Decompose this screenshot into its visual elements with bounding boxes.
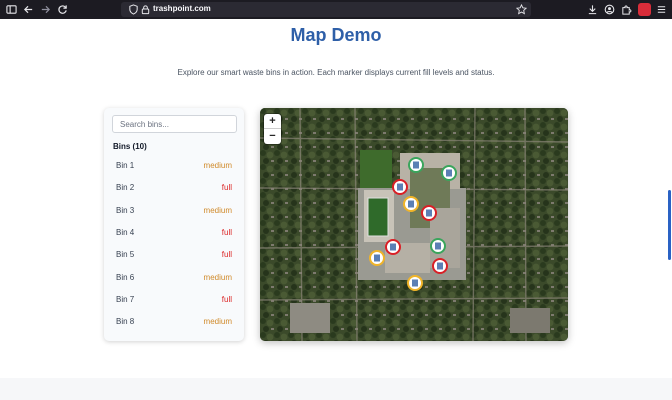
back-arrow-icon[interactable] xyxy=(22,3,35,16)
bin-status: full xyxy=(221,183,232,192)
bin-name: Bin 1 xyxy=(116,160,135,170)
bin-list-item[interactable]: Bin 7 full xyxy=(110,290,238,308)
bin-list-item[interactable]: Bin 5 full xyxy=(110,246,238,264)
bin-name: Bin 4 xyxy=(116,227,135,237)
page-title: Map Demo xyxy=(290,25,382,45)
bins-sidebar: Bins (10) Bin 1 medium Bin 2 full Bin 3 … xyxy=(104,108,244,341)
bookmark-star-icon[interactable] xyxy=(515,3,528,16)
bin-marker[interactable] xyxy=(392,179,408,195)
bin-list-item[interactable]: Bin 6 medium xyxy=(110,268,238,286)
reload-icon[interactable] xyxy=(56,3,69,16)
bin-marker[interactable] xyxy=(407,275,423,291)
extensions-puzzle-icon[interactable] xyxy=(620,3,633,16)
search-bins-input[interactable] xyxy=(112,115,237,133)
bins-heading: Bins (10) xyxy=(113,142,147,151)
bin-marker[interactable] xyxy=(432,258,448,274)
bin-markers-layer xyxy=(369,157,457,291)
browser-toolbar: trashpoint.com xyxy=(0,0,672,19)
bin-marker[interactable] xyxy=(403,196,419,212)
extension-badge-icon[interactable] xyxy=(638,3,651,16)
zoom-in-button[interactable]: + xyxy=(264,114,281,129)
lock-icon[interactable] xyxy=(139,3,152,16)
bin-list-item[interactable]: Bin 1 medium xyxy=(110,156,238,174)
sidebar-toggle-icon[interactable] xyxy=(5,3,18,16)
bin-name: Bin 2 xyxy=(116,183,135,192)
bin-marker[interactable] xyxy=(441,165,457,181)
page-scrollbar[interactable] xyxy=(668,190,671,260)
bin-name: Bin 3 xyxy=(116,205,135,215)
bin-marker[interactable] xyxy=(421,205,437,221)
bin-status: medium xyxy=(203,160,232,170)
forward-arrow-icon[interactable] xyxy=(39,3,52,16)
bin-marker[interactable] xyxy=(430,238,446,254)
bin-status: full xyxy=(221,250,232,259)
menu-icon[interactable] xyxy=(655,3,668,16)
zoom-control: + − xyxy=(264,114,281,144)
bin-list-item[interactable]: Bin 3 medium xyxy=(110,201,238,219)
bin-status: full xyxy=(221,294,232,304)
page-subtitle: Explore our smart waste bins in action. … xyxy=(177,68,495,77)
bin-list-item[interactable]: Bin 2 full xyxy=(110,179,238,197)
footer-section xyxy=(0,378,672,400)
bin-status: medium xyxy=(203,317,232,326)
bin-name: Bin 7 xyxy=(116,294,135,304)
bin-name: Bin 5 xyxy=(116,250,135,259)
bin-list-item[interactable]: Bin 4 full xyxy=(110,223,238,241)
bin-status: medium xyxy=(203,272,232,282)
url-text[interactable]: trashpoint.com xyxy=(153,3,211,15)
download-icon[interactable] xyxy=(586,3,599,16)
page-content: Map Demo Explore our smart waste bins in… xyxy=(0,19,672,400)
account-icon[interactable] xyxy=(603,3,616,16)
bin-status: medium xyxy=(203,205,232,215)
bin-marker[interactable] xyxy=(385,239,401,255)
bin-status: full xyxy=(221,227,232,237)
bin-marker[interactable] xyxy=(408,157,424,173)
bin-name: Bin 6 xyxy=(116,272,135,282)
zoom-out-button[interactable]: − xyxy=(264,129,281,144)
bin-name: Bin 8 xyxy=(116,317,135,326)
bin-list-item[interactable]: Bin 8 medium xyxy=(110,313,238,331)
bin-marker[interactable] xyxy=(369,250,385,266)
satellite-map[interactable]: + − xyxy=(260,108,568,341)
